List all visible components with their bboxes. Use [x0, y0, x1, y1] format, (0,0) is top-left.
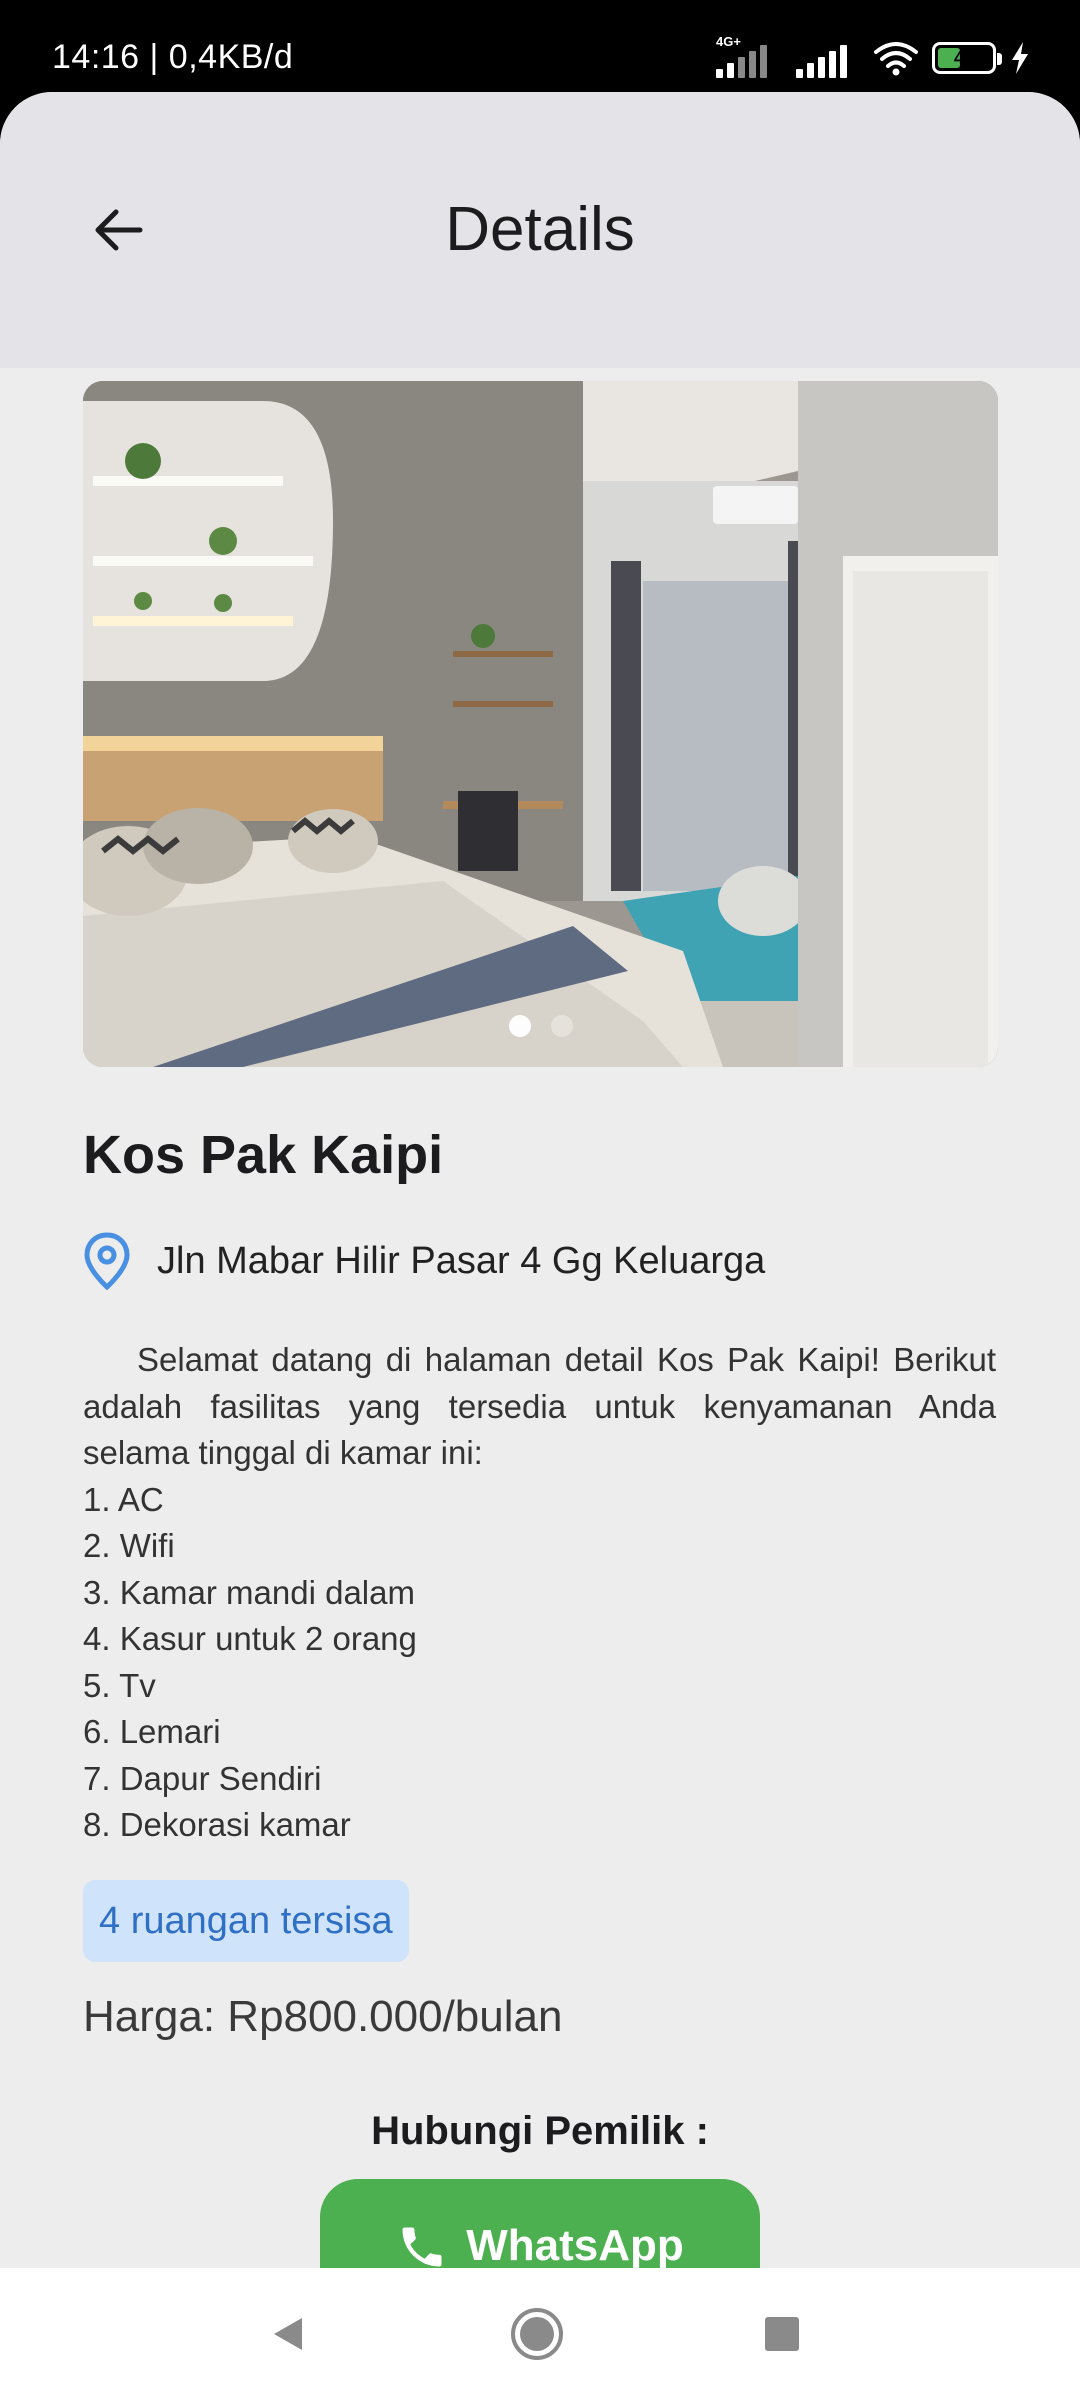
address-row: Jln Mabar Hilir Pasar 4 Gg Keluarga — [83, 1232, 765, 1290]
status-icons: 4G+ 45 — [714, 34, 1030, 78]
back-triangle-icon — [274, 2318, 302, 2350]
nav-home-button[interactable] — [477, 2268, 597, 2400]
page-title: Details — [445, 195, 635, 264]
facility-item: 2. Wifi — [83, 1527, 175, 1564]
battery-icon: 45 — [932, 42, 1002, 74]
app-bar: Details — [0, 92, 1080, 368]
facility-item: 7. Dapur Sendiri — [83, 1759, 322, 1797]
charging-icon — [1012, 42, 1028, 74]
facility-item: 4. Kasur untuk 2 orang — [83, 1620, 417, 1657]
screen: 14:16 | 0,4KB/d 4G+ 45 Details Kos Pak K… — [0, 0, 1080, 2400]
app-surface: Details Kos Pak Kaipi Jln Mabar Hilir Pa… — [0, 92, 1080, 2268]
carousel-indicator — [83, 1015, 998, 1037]
facility-item: 5. Tv — [83, 1666, 156, 1704]
phone-icon — [402, 2227, 442, 2267]
image-carousel[interactable] — [83, 381, 998, 1067]
recents-square-icon — [765, 2317, 799, 2351]
whatsapp-button[interactable]: WhatsApp — [320, 2179, 760, 2268]
rooms-left-badge: 4 ruangan tersisa — [83, 1880, 409, 1962]
nav-back-button[interactable] — [228, 2268, 348, 2400]
carousel-dot[interactable] — [550, 1015, 573, 1037]
description: Selamat datang di halaman detail Kos Pak… — [83, 1337, 996, 1849]
description-intro: Selamat datang di halaman detail Kos Pak… — [83, 1341, 996, 1471]
signal-icon: 4G+ — [714, 34, 780, 78]
carousel-dot-active[interactable] — [508, 1015, 531, 1037]
nav-recents-button[interactable] — [722, 2268, 842, 2400]
listing-title: Kos Pak Kaipi — [83, 1125, 444, 1185]
facility-item: 6. Lemari — [83, 1713, 221, 1750]
status-time: 14:16 | 0,4KB/d — [52, 38, 294, 76]
status-bar: 14:16 | 0,4KB/d 4G+ 45 — [0, 0, 1080, 92]
signal-icon — [794, 38, 860, 78]
whatsapp-label: WhatsApp — [466, 2221, 684, 2268]
contact-owner-label: Hubungi Pemilik : — [371, 2109, 709, 2153]
system-nav-bar — [0, 2268, 1080, 2400]
price-text: Harga: Rp800.000/bulan — [83, 1992, 563, 2041]
facility-item: 8. Dekorasi kamar — [83, 1806, 351, 1843]
room-photo — [83, 381, 998, 1067]
address-text: Jln Mabar Hilir Pasar 4 Gg Keluarga — [157, 1239, 766, 1282]
wifi-icon — [874, 42, 918, 76]
home-circle-icon — [511, 2308, 563, 2360]
location-pin-icon — [84, 1232, 130, 1290]
facility-item: 1. AC — [83, 1480, 164, 1518]
facility-item: 3. Kamar mandi dalam — [83, 1573, 415, 1611]
battery-level: 45 — [953, 47, 975, 68]
